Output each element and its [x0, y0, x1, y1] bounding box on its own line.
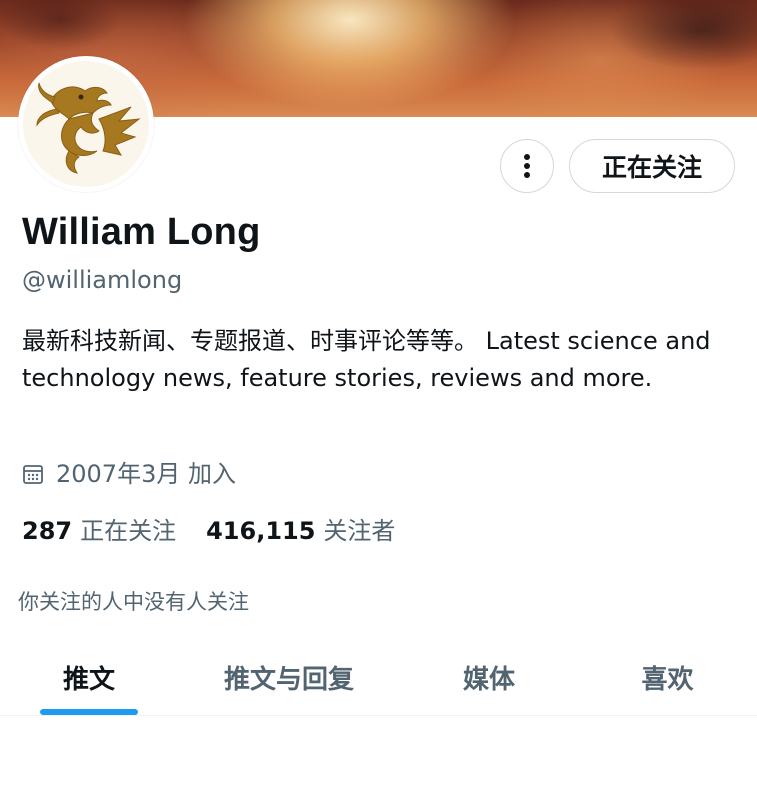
profile-name: William Long: [22, 211, 261, 253]
mutual-followers-note: 你关注的人中没有人关注: [18, 590, 249, 614]
following-count: 287: [22, 517, 73, 545]
followers-count: 416,115: [206, 517, 316, 545]
joined-text: 2007年3月 加入: [56, 460, 236, 488]
joined-date: 2007年3月 加入: [22, 457, 236, 491]
avatar[interactable]: [18, 56, 154, 192]
dragon-logo-icon: [23, 61, 149, 187]
tab-tweets-and-replies[interactable]: 推文与回复: [178, 640, 400, 715]
calendar-icon: [23, 465, 43, 484]
tab-likes[interactable]: 喜欢: [578, 640, 757, 715]
tab-media[interactable]: 媒体: [400, 640, 578, 715]
followers-label: 关注者: [323, 517, 396, 545]
active-tab-indicator: [40, 709, 138, 715]
tab-tweets[interactable]: 推文: [0, 640, 178, 715]
following-stat[interactable]: 287 正在关注: [22, 514, 176, 548]
profile-stats: 287 正在关注 416,115 关注者: [22, 514, 425, 548]
profile-bio: 最新科技新闻、专题报道、时事评论等等。 Latest science and t…: [22, 327, 711, 392]
following-button[interactable]: 正在关注: [569, 139, 735, 193]
profile-tabs: 推文 推文与回复 媒体 喜欢: [0, 640, 757, 716]
more-vertical-icon: [524, 154, 530, 178]
following-label: 正在关注: [80, 517, 177, 545]
followers-stat[interactable]: 416,115 关注者: [206, 514, 395, 548]
profile-handle: @williamlong: [22, 266, 183, 294]
profile-page: 正在关注 William Long @williamlong 最新科技新闻、专题…: [0, 0, 757, 800]
more-options-button[interactable]: [500, 139, 554, 193]
